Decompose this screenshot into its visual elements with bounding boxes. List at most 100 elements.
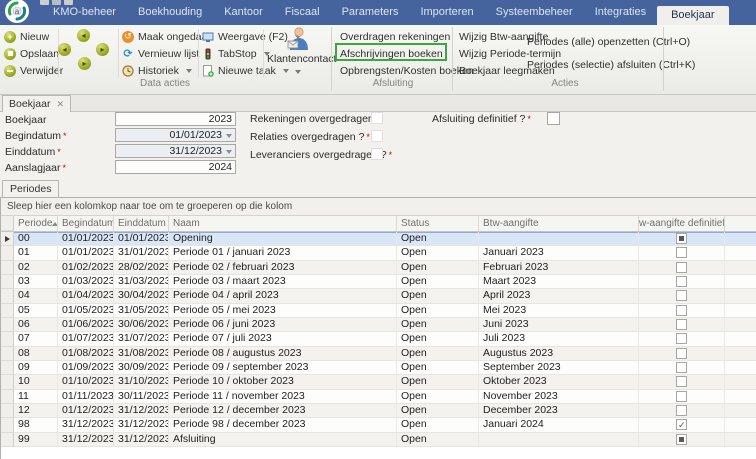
row-indicator-cell: [1, 232, 14, 246]
close-icon[interactable]: ✕: [56, 100, 64, 109]
btw-definitief-checkbox[interactable]: [676, 333, 687, 344]
document-tab-boekjaar[interactable]: Boekjaar ✕: [2, 95, 71, 112]
column-header-filler: [725, 216, 756, 231]
btw-definitief-checkbox[interactable]: [676, 362, 687, 373]
btw-definitief-checkbox[interactable]: [676, 276, 687, 287]
table-row-periode-00[interactable]: 0001/01/202301/01/2023OpeningOpen: [1, 232, 756, 246]
cell-btw-aangifte-definitief: [639, 433, 725, 447]
leveranciers-overgedragen-checkbox[interactable]: [371, 148, 383, 160]
table-row-periode-01[interactable]: 0101/01/202331/01/2023Periode 01 / janua…: [1, 246, 756, 260]
table-row-periode-12[interactable]: 1201/12/202331/12/2023Periode 12 / decem…: [1, 404, 756, 418]
cell-begindatum: 01/05/2023: [58, 304, 114, 318]
menu-item-integraties[interactable]: Integraties: [584, 0, 657, 25]
cell-begindatum: 01/11/2023: [58, 390, 114, 404]
column-header-label: Btw-aangifte definitief ?: [639, 216, 725, 231]
table-row-periode-98[interactable]: 9831/12/202331/12/2023Periode 98 / decem…: [1, 418, 756, 432]
column-header-status[interactable]: Status: [397, 216, 479, 231]
cell-btw-aangifte-definitief: [639, 318, 725, 332]
table-row-periode-05[interactable]: 0501/05/202331/05/2023Periode 05 / mei 2…: [1, 304, 756, 318]
aanslagjaar-field[interactable]: 2024: [115, 160, 236, 174]
nav-first-button[interactable]: ◂: [58, 43, 71, 56]
einddatum-field[interactable]: 31/12/2023: [115, 144, 236, 158]
cell-periode: 07: [14, 332, 58, 346]
dropdown-arrow-icon[interactable]: [226, 150, 232, 154]
nav-previous-button[interactable]: ◂: [77, 29, 90, 42]
btw-definitief-checkbox[interactable]: [676, 419, 687, 430]
nav-next-button[interactable]: ▸: [78, 57, 91, 70]
afschrijvingen-boeken-button[interactable]: Afschrijvingen boeken: [340, 47, 443, 62]
periodes-alle-openzetten-button[interactable]: Periodes (alle) openzetten (Ctrl+O): [527, 35, 690, 50]
row-indicator-cell: [1, 433, 14, 447]
vernieuw-lijst-label: Vernieuw lijst: [138, 48, 199, 60]
menu-item-importeren[interactable]: Importeren: [409, 0, 484, 25]
grid-header-row: PeriodeBegindatumEinddatumNaamStatusBtw-…: [1, 216, 756, 232]
tabstop-button[interactable]: TabStop: [202, 46, 270, 61]
cell-btw-aangifte-definitief: [639, 347, 725, 361]
begindatum-field[interactable]: 01/01/2023: [115, 128, 236, 142]
verwijder-button[interactable]: Verwijder: [4, 63, 63, 78]
btw-definitief-checkbox[interactable]: [676, 290, 687, 301]
btw-definitief-checkbox[interactable]: [676, 262, 687, 273]
btw-definitief-checkbox[interactable]: [676, 348, 687, 359]
nieuw-button[interactable]: + Nieuw: [4, 29, 49, 44]
table-row-periode-04[interactable]: 0401/04/202330/04/2023Periode 04 / april…: [1, 289, 756, 303]
tab-periodes[interactable]: Periodes: [2, 180, 59, 197]
column-header-begindatum[interactable]: Begindatum: [58, 216, 114, 231]
btw-definitief-checkbox[interactable]: [676, 247, 687, 258]
vernieuw-lijst-button[interactable]: ⟳ Vernieuw lijst: [122, 46, 199, 61]
nav-last-button[interactable]: ▸: [96, 43, 109, 56]
group-by-bar[interactable]: Sleep hier een kolomkop naar toe om te g…: [1, 198, 756, 216]
column-header-btw-aangifte-definitief[interactable]: Btw-aangifte definitief ?: [639, 216, 725, 231]
menu-item-systeembeheer[interactable]: Systeembeheer: [485, 0, 584, 25]
table-row-periode-08[interactable]: 0801/08/202331/08/2023Periode 08 / augus…: [1, 347, 756, 361]
relaties-overgedragen-checkbox[interactable]: [371, 130, 383, 142]
column-header-btw-aangifte[interactable]: Btw-aangifte: [479, 216, 639, 231]
table-row-periode-06[interactable]: 0601/06/202330/06/2023Periode 06 / juni …: [1, 318, 756, 332]
table-row-periode-09[interactable]: 0901/09/202330/09/2023Periode 09 / septe…: [1, 361, 756, 375]
table-row-periode-02[interactable]: 0201/02/202328/02/2023Periode 02 / febru…: [1, 261, 756, 275]
periodes-selectie-afsluiten-button[interactable]: Periodes (selectie) afsluiten (Ctrl+K): [527, 58, 695, 73]
cell-btw_aangifte: [479, 433, 639, 447]
column-header-periode[interactable]: Periode: [14, 216, 58, 231]
btw-definitief-checkbox[interactable]: [676, 319, 687, 330]
boekjaar-label: Boekjaar: [5, 113, 46, 127]
btw-definitief-checkbox[interactable]: [676, 376, 687, 387]
cell-einddatum: 31/12/2023: [114, 404, 169, 418]
boekjaar-field[interactable]: 2023: [115, 112, 236, 126]
cell-begindatum: 01/03/2023: [58, 275, 114, 289]
table-row-periode-07[interactable]: 0701/07/202331/07/2023Periode 07 / juli …: [1, 332, 756, 346]
cell-btw_aangifte: Oktober 2023: [479, 375, 639, 389]
klantencontact-button[interactable]: Klantencontact: [267, 26, 329, 78]
cell-naam: Periode 01 / januari 2023: [169, 246, 397, 260]
menu-item-boekhouding[interactable]: Boekhouding: [127, 0, 213, 25]
cell-btw_aangifte: Februari 2023: [479, 261, 639, 275]
table-row-periode-10[interactable]: 1001/10/202331/10/2023Periode 10 / oktob…: [1, 375, 756, 389]
afsluiting-definitief-checkbox[interactable]: [547, 112, 560, 125]
table-row-periode-03[interactable]: 0301/03/202331/03/2023Periode 03 / maart…: [1, 275, 756, 289]
btw-definitief-checkbox[interactable]: [676, 305, 687, 316]
cell-einddatum: 30/09/2023: [114, 361, 169, 375]
menu-item-kmo-beheer[interactable]: KMO-beheer: [42, 0, 127, 25]
menu-item-parameters[interactable]: Parameters: [331, 0, 410, 25]
btw-definitief-checkbox[interactable]: [676, 233, 687, 244]
table-row-periode-11[interactable]: 1101/11/202330/11/2023Periode 11 / novem…: [1, 390, 756, 404]
cell-btw_aangifte: Januari 2023: [479, 246, 639, 260]
opslaan-button[interactable]: Opslaan: [4, 46, 59, 61]
btw-definitief-checkbox[interactable]: [676, 391, 687, 402]
table-row-periode-99[interactable]: 9931/12/202331/12/2023AfsluitingOpen: [1, 433, 756, 447]
menu-tab-boekjaar[interactable]: Boekjaar: [657, 6, 728, 25]
column-header-einddatum[interactable]: Einddatum: [114, 216, 169, 231]
cell-naam: Periode 02 / februari 2023: [169, 261, 397, 275]
rekeningen-overgedragen-checkbox[interactable]: [371, 112, 383, 124]
historiek-button[interactable]: Historiek: [122, 63, 192, 78]
menu-item-kantoor[interactable]: Kantoor: [213, 0, 274, 25]
opbrengsten-kosten-boeken-button[interactable]: Opbrengsten/Kosten boeken: [340, 64, 474, 79]
column-header-naam[interactable]: Naam: [169, 216, 397, 231]
cell-naam: Afsluiting: [169, 433, 397, 447]
menu-item-fiscaal[interactable]: Fiscaal: [274, 0, 331, 25]
maak-ongedaan-button[interactable]: ↺ Maak ongedaan: [122, 29, 213, 44]
dropdown-arrow-icon[interactable]: [226, 134, 232, 138]
btw-definitief-checkbox[interactable]: [676, 434, 687, 445]
btw-definitief-checkbox[interactable]: [676, 405, 687, 416]
cell-btw_aangifte: November 2023: [479, 390, 639, 404]
